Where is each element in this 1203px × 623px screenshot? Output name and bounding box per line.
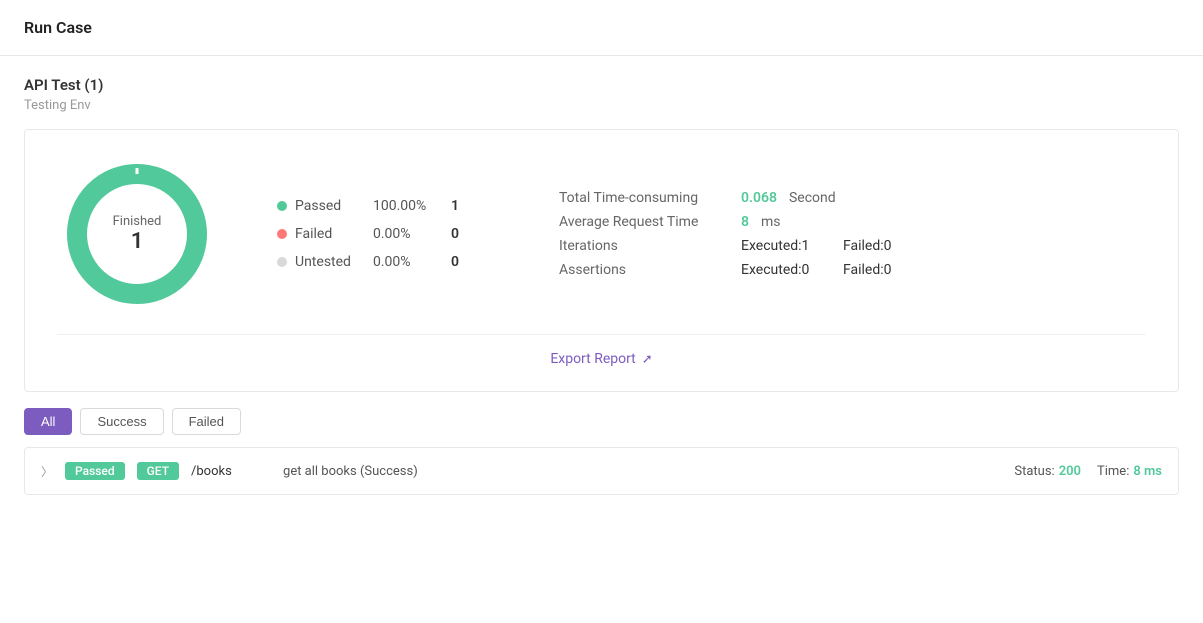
iterations-failed: Failed:0	[843, 238, 892, 254]
untested-label: Untested	[295, 254, 365, 270]
status-label: Status:	[1014, 464, 1054, 479]
legend: Passed 100.00% 1 Failed 0.00% 0 Untested…	[277, 198, 459, 270]
tab-success[interactable]: Success	[80, 408, 163, 435]
chevron-right-icon[interactable]: 〉	[41, 463, 53, 480]
status-code: 200	[1059, 464, 1081, 479]
avg-request-value: 8	[741, 214, 749, 230]
tab-failed[interactable]: Failed	[172, 408, 241, 435]
donut-number: 1	[113, 229, 162, 254]
avg-request-label: Average Request Time	[559, 214, 729, 230]
assertions-label: Assertions	[559, 262, 729, 278]
passed-label: Passed	[295, 198, 365, 214]
avg-request-unit: ms	[761, 214, 781, 230]
assertions-row: Assertions Executed:0 Failed:0	[559, 262, 892, 278]
failed-count: 0	[451, 226, 459, 242]
result-meta: Status: 200 Time: 8 ms	[1014, 464, 1162, 479]
api-title: API Test (1)	[24, 76, 1179, 94]
assertions-executed: Executed:0	[741, 262, 831, 278]
tab-all[interactable]: All	[24, 408, 72, 435]
stats-panel: Total Time-consuming 0.068 Second Averag…	[559, 190, 892, 278]
export-icon: ➚	[642, 352, 653, 367]
untested-dot	[277, 257, 287, 267]
assertions-failed: Failed:0	[843, 262, 892, 278]
result-path: /books	[191, 464, 271, 479]
result-list: 〉 Passed GET /books get all books (Succe…	[24, 447, 1179, 495]
main-content: API Test (1) Testing Env Finished 1	[0, 56, 1203, 515]
failed-dot	[277, 229, 287, 239]
api-env: Testing Env	[24, 98, 1179, 113]
total-time-value: 0.068	[741, 190, 777, 206]
donut-label: Finished	[113, 214, 162, 229]
total-time-row: Total Time-consuming 0.068 Second	[559, 190, 892, 206]
export-report-label: Export Report	[550, 351, 635, 367]
filter-tabs: All Success Failed	[24, 408, 1179, 435]
status-passed-badge: Passed	[65, 462, 125, 480]
page-header: Run Case	[0, 0, 1203, 56]
time-label: Time:	[1097, 464, 1129, 479]
legend-item-untested: Untested 0.00% 0	[277, 254, 459, 270]
donut-chart: Finished 1	[57, 154, 217, 314]
page-title: Run Case	[24, 18, 92, 37]
time-value: 8 ms	[1133, 464, 1162, 479]
iterations-label: Iterations	[559, 238, 729, 254]
avg-request-row: Average Request Time 8 ms	[559, 214, 892, 230]
total-time-label: Total Time-consuming	[559, 190, 729, 206]
legend-item-passed: Passed 100.00% 1	[277, 198, 459, 214]
iterations-row: Iterations Executed:1 Failed:0	[559, 238, 892, 254]
legend-item-failed: Failed 0.00% 0	[277, 226, 459, 242]
iterations-executed: Executed:1	[741, 238, 831, 254]
failed-label: Failed	[295, 226, 365, 242]
result-item: 〉 Passed GET /books get all books (Succe…	[25, 448, 1178, 494]
untested-pct: 0.00%	[373, 254, 443, 270]
passed-pct: 100.00%	[373, 198, 443, 214]
total-time-unit: Second	[789, 190, 836, 206]
export-report-link[interactable]: Export Report ➚	[550, 351, 652, 367]
passed-dot	[277, 201, 287, 211]
summary-card: Finished 1 Passed 100.00% 1 Failed 0.00%	[24, 129, 1179, 392]
result-description: get all books (Success)	[283, 464, 1002, 479]
passed-count: 1	[451, 198, 459, 214]
failed-pct: 0.00%	[373, 226, 443, 242]
export-row: Export Report ➚	[57, 334, 1146, 367]
method-get-badge: GET	[137, 462, 179, 480]
untested-count: 0	[451, 254, 459, 270]
